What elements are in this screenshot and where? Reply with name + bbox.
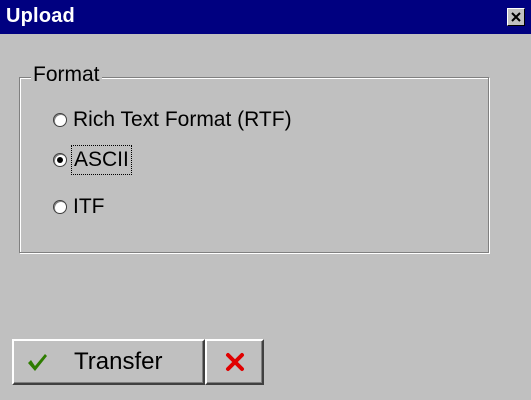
- x-icon: [225, 353, 244, 371]
- title-bar[interactable]: Upload: [0, 0, 531, 34]
- radio-selected-dot: [57, 157, 63, 163]
- cancel-button[interactable]: [205, 339, 264, 385]
- radio-button-rtf[interactable]: [53, 113, 67, 127]
- upload-dialog: Upload Format Rich Text Format (RTF) ASC…: [0, 0, 531, 400]
- radio-label-ascii[interactable]: ASCII: [71, 145, 132, 175]
- window-title: Upload: [6, 5, 75, 27]
- radio-label-rtf[interactable]: Rich Text Format (RTF): [73, 107, 292, 133]
- radio-button-itf[interactable]: [53, 200, 67, 214]
- close-icon: [511, 12, 521, 22]
- format-group-label: Format: [31, 62, 102, 88]
- radio-option-rtf[interactable]: Rich Text Format (RTF): [53, 106, 292, 134]
- close-button[interactable]: [507, 8, 525, 26]
- transfer-button[interactable]: Transfer: [12, 339, 205, 385]
- radio-option-itf[interactable]: ITF: [53, 193, 105, 221]
- radio-label-itf[interactable]: ITF: [73, 194, 105, 220]
- checkmark-icon: [28, 354, 47, 371]
- radio-option-ascii[interactable]: ASCII: [53, 145, 132, 175]
- transfer-button-label: Transfer: [74, 348, 163, 375]
- radio-button-ascii[interactable]: [53, 153, 67, 167]
